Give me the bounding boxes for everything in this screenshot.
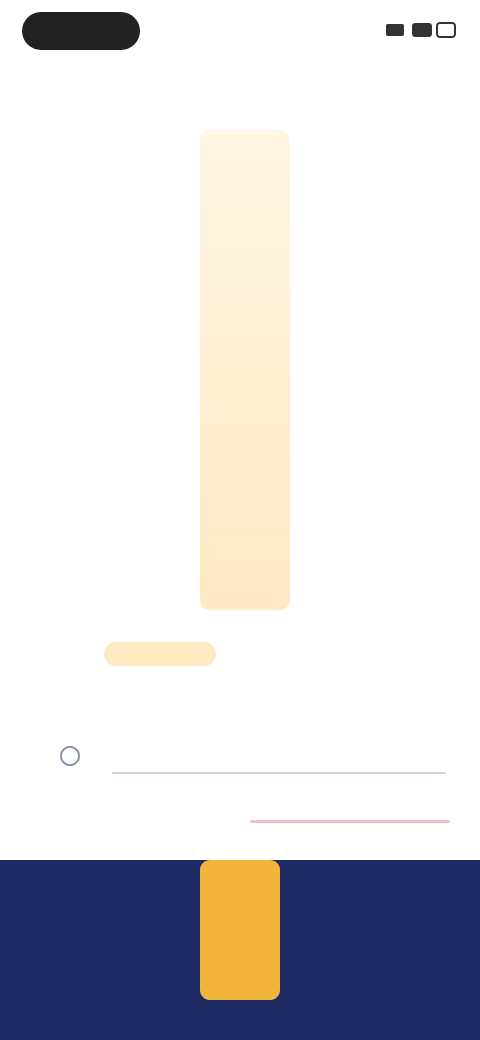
- tab-3[interactable]: [236, 642, 286, 666]
- status-icons: [386, 18, 456, 42]
- bottom-nav-item[interactable]: [10, 946, 100, 986]
- tab-2[interactable]: [104, 642, 216, 666]
- wifi-icon: [412, 23, 432, 37]
- bottom-nav-item[interactable]: [290, 888, 380, 928]
- bottom-nav-item[interactable]: [370, 888, 460, 928]
- search-row: [60, 738, 450, 774]
- tab-1[interactable]: [28, 642, 88, 666]
- bottom-nav-item[interactable]: [290, 946, 380, 986]
- bottom-navigation: [0, 860, 480, 1040]
- page-title: [120, 66, 360, 96]
- tab-4[interactable]: [300, 642, 388, 666]
- accent-divider: [250, 820, 450, 823]
- bottom-nav-item[interactable]: [100, 946, 190, 986]
- tab-5[interactable]: [410, 642, 470, 666]
- bottom-nav-item[interactable]: [100, 888, 190, 928]
- bottom-nav-item[interactable]: [370, 946, 460, 986]
- battery-icon: [436, 22, 456, 38]
- highlight-column: [200, 130, 290, 610]
- status-bar: [0, 0, 480, 60]
- left-panel: [6, 120, 186, 130]
- bottom-nav-item[interactable]: [10, 888, 100, 928]
- search-icon[interactable]: [60, 746, 80, 766]
- tab-row: [0, 630, 480, 680]
- search-input[interactable]: [112, 742, 446, 774]
- center-action-button[interactable]: [200, 860, 280, 1000]
- signal-icon: [386, 24, 404, 36]
- status-pill: [22, 12, 140, 50]
